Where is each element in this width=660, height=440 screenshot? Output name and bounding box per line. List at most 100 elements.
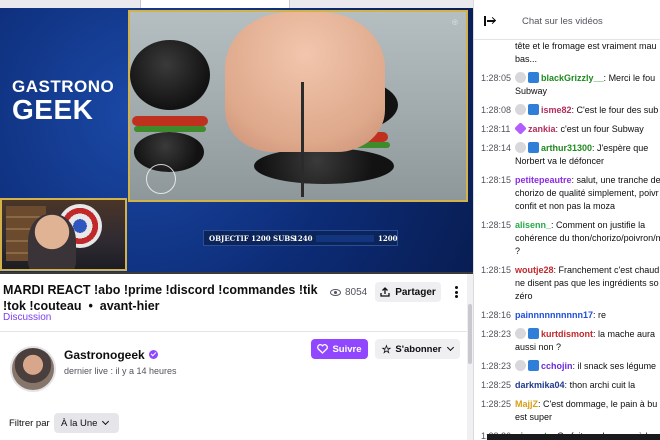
camera-watermark-icon: ◎ (451, 19, 458, 26)
chat-text: il snack ses légume (577, 361, 657, 371)
page-scrollbar-thumb[interactable] (468, 304, 472, 364)
chat-message-first-line: kurtdismont: la mache aura (515, 328, 660, 341)
chat-message-first-line: darkmika04: thon archi cuit la (515, 379, 660, 392)
embedded-window-tab (140, 0, 290, 8)
burger-bun-right-bottom (254, 148, 394, 184)
chat-username[interactable]: woutje28 (515, 265, 554, 275)
last-live-text: dernier live : il y a 14 heures (64, 366, 177, 376)
chat-text: zéro (515, 291, 533, 301)
chat-message-continuation: cohérence du thon/chorizo/poivron/m (515, 232, 660, 245)
chat-text: bas... (515, 54, 538, 64)
channel-name[interactable]: Gastronogeek (64, 348, 145, 362)
chat-message-first-line: isme82: C'est le four des sub (515, 104, 660, 117)
chat-text: Subway (515, 86, 548, 96)
chat-username[interactable]: petitepeautre (515, 175, 572, 185)
chat-header: Chat sur les vidéos (474, 0, 660, 40)
channel-avatar[interactable] (10, 346, 56, 392)
category-link[interactable]: Discussion (3, 312, 51, 323)
chat-timestamp: 1:28:25 (481, 399, 512, 409)
chat-username[interactable]: zankia (528, 124, 556, 134)
chat-username[interactable]: MajjZ (515, 399, 538, 409)
subscriber-badge-icon (528, 360, 539, 371)
user-avatar-badge-icon (515, 328, 526, 339)
chat-username[interactable]: kurtdismont (541, 329, 593, 339)
chat-username[interactable]: cchojin (541, 361, 573, 371)
stream-title: MARDI REACT !abo !prime !discord !comman… (3, 282, 321, 314)
chat-username[interactable]: isme82 (541, 105, 572, 115)
collapse-chat-icon[interactable] (484, 16, 497, 26)
share-icon (380, 287, 390, 297)
subscribe-button[interactable]: ☆ S'abonner (375, 339, 460, 359)
follow-label: Suivre (332, 343, 362, 355)
more-dot (454, 295, 458, 298)
chat-text: thon archi cuit la (569, 380, 636, 390)
chat-panel: Chat sur les vidéos tête et le fromage e… (473, 0, 660, 440)
chat-text: confit et non pas la moza (515, 201, 616, 211)
brand-logo-line2: GEEK (12, 94, 94, 125)
stream-date: avant-hier (99, 299, 160, 313)
show-stamp-logo (146, 164, 176, 194)
chat-timestamp: 1:28:11 (481, 124, 511, 134)
chat-message-first-line: arthur31300: J'espère que (515, 142, 660, 155)
subscribe-label: S'abonner (395, 343, 442, 355)
chat-text: chorizo de qualité simplement, poivr (515, 188, 659, 198)
chat-message-first-line: petitepeautre: salut, une tranche de (515, 174, 660, 187)
chat-timestamp: 1:28:16 (481, 310, 512, 320)
sub-goal-progress (316, 235, 374, 242)
chat-message-continuation: est super (515, 411, 660, 424)
sub-goal-current: 1240 (293, 234, 313, 243)
sub-goal-label: OBJECTIF 1200 SUBS (209, 234, 296, 243)
share-button[interactable]: Partager (375, 282, 441, 302)
chat-text: Norbert va le défoncer (515, 156, 605, 166)
follow-button[interactable]: Suivre (311, 339, 368, 359)
brand-logo: GASTRONO GEEK (12, 78, 117, 124)
twitch-vod-page: GASTRONO GEEK ◎ OBJECTIF 1200 SUBS 1240 … (0, 0, 660, 440)
chat-text: Franchement c'est chaud (558, 265, 660, 275)
chat-text: la mache aura (598, 329, 656, 339)
verified-badge-icon (149, 350, 158, 359)
title-separator: • (84, 299, 97, 313)
sub-goal-target: 1200 (378, 234, 398, 243)
view-count-value: 8054 (345, 287, 368, 298)
bottom-overlay-bar (487, 434, 660, 440)
chat-message-continuation: zéro (515, 290, 660, 303)
chat-text: C'est le four des sub (576, 105, 659, 115)
embedded-window-bar (0, 0, 473, 8)
user-avatar-badge-icon (515, 360, 526, 371)
subscriber-badge-icon (528, 104, 539, 115)
chat-timestamp: 1:28:15 (481, 220, 512, 230)
chat-message-continuation: Subway (515, 85, 660, 98)
video-progress-bar[interactable] (0, 272, 473, 274)
filter-value: À la Une (61, 417, 98, 429)
chat-timestamp: 1:28:05 (481, 73, 512, 83)
chat-username[interactable]: arthur31300 (541, 143, 592, 153)
chat-username[interactable]: blackGrizzly__ (541, 73, 604, 83)
chat-timestamp: 1:28:15 (481, 175, 512, 185)
streamer-webcam (0, 198, 127, 271)
chat-message-continuation: bas... (515, 53, 660, 66)
chat-text: est super (515, 412, 553, 422)
chat-message-continuation: aussi non ? (515, 341, 660, 354)
chat-message-continuation: ? (515, 245, 660, 258)
view-count: 8054 (330, 287, 367, 298)
more-dot (454, 290, 458, 294)
stream-title-text: MARDI REACT !abo !prime !discord !comman… (3, 283, 318, 313)
user-avatar-badge-icon (515, 72, 526, 83)
chat-username[interactable]: alisenn_ (515, 220, 551, 230)
video-player[interactable]: GASTRONO GEEK ◎ OBJECTIF 1200 SUBS 1240 … (0, 0, 473, 274)
chat-title: Chat sur les vidéos (522, 16, 603, 27)
chevron-down-icon (102, 417, 110, 426)
chat-timestamp: 1:28:23 (481, 329, 512, 339)
chat-message-continuation: ne disent pas que les ingrédients so (515, 277, 660, 290)
chat-scrollbar[interactable] (656, 40, 660, 440)
chat-text: aussi non ? (515, 342, 562, 352)
brand-logo-line1: GASTRONO (12, 77, 115, 96)
chat-message-continuation: Norbert va le défoncer (515, 155, 660, 168)
chat-username[interactable]: darkmika04 (515, 380, 565, 390)
chat-text: cohérence du thon/chorizo/poivron/m (515, 233, 660, 243)
chat-message-first-line: woutje28: Franchement c'est chaud (515, 264, 660, 277)
chat-username[interactable]: painnnnnnnnnn17 (515, 310, 593, 320)
filter-dropdown[interactable]: À la Une (54, 413, 119, 433)
sub-goal-bar: OBJECTIF 1200 SUBS 1240 1200 (203, 230, 398, 246)
more-options-button[interactable] (450, 284, 462, 300)
